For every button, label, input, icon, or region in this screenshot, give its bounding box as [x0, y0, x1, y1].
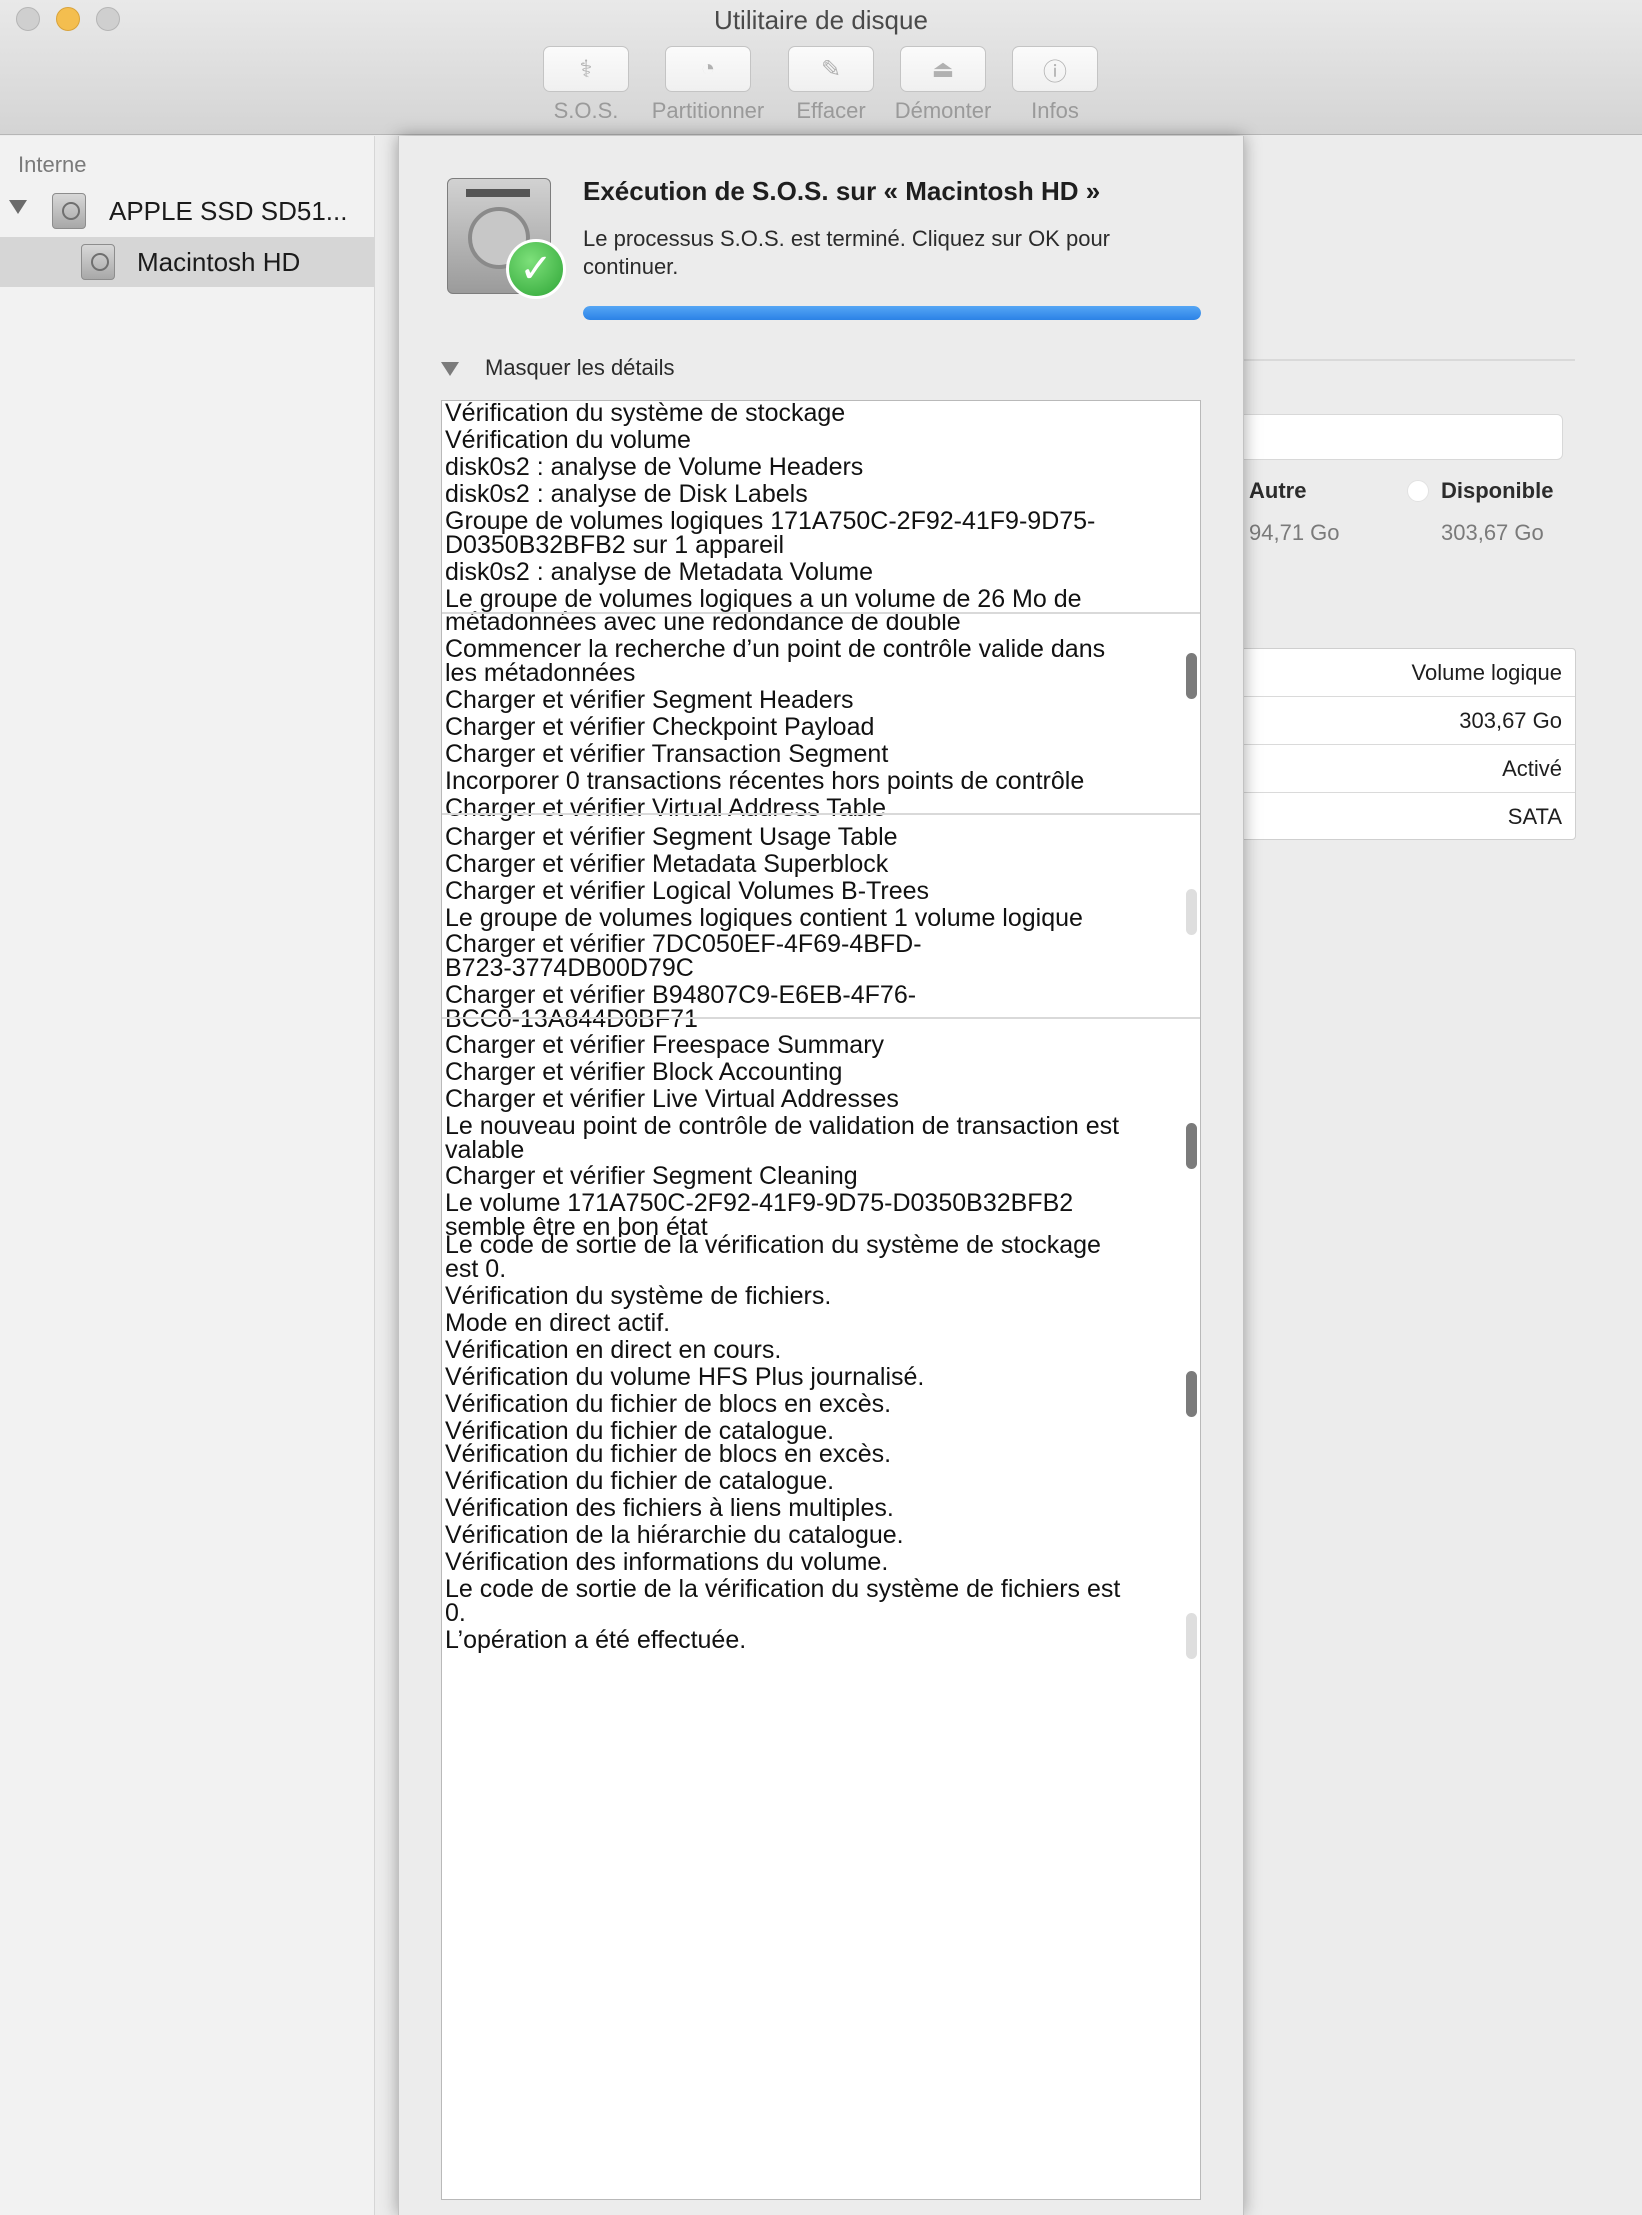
title-bar: Utilitaire de disque ⚕ S.O.S. ◔ Partitio…	[0, 0, 1642, 135]
log-line: Charger et vérifier 7DC050EF-4F69-4BFD- …	[445, 930, 922, 982]
sheet-title: Exécution de S.O.S. sur « Macintosh HD »	[583, 176, 1101, 206]
toolbar-first-aid[interactable]: ⚕ S.O.S.	[541, 46, 631, 124]
toolbar-label: Infos	[1031, 98, 1079, 123]
stethoscope-icon[interactable]: ⚕	[543, 46, 629, 92]
scrollbar-thumb[interactable]	[1186, 889, 1197, 935]
sidebar-section-internal: Interne	[18, 152, 87, 177]
sidebar-item-macintosh-hd[interactable]: Macintosh HD	[0, 237, 375, 287]
scrollbar-thumb[interactable]	[1186, 1123, 1197, 1169]
toolbar-label: Effacer	[796, 98, 866, 123]
log-line: Charger et vérifier Freespace Summary	[445, 1031, 885, 1059]
log-line: Vérification en direct en cours.	[445, 1336, 782, 1364]
toolbar-erase[interactable]: ✎ Effacer	[786, 46, 876, 124]
scrollbar-thumb[interactable]	[1186, 1613, 1197, 1659]
log-line: Incorporer 0 transactions récentes hors …	[445, 767, 1085, 795]
info-cell: Activé	[1236, 745, 1575, 793]
disclosure-triangle-icon[interactable]	[9, 200, 27, 214]
legend-value-available: 303,67 Go	[1441, 520, 1544, 545]
toolbar-label: S.O.S.	[553, 98, 619, 123]
progress-bar	[583, 306, 1201, 320]
disk-usage-bar	[1235, 414, 1563, 460]
log-line: Charger et vérifier Segment Usage Table	[445, 823, 898, 851]
log-line: Le code de sortie de la vérification du …	[445, 1575, 1121, 1627]
toolbar-unmount[interactable]: ⏏ Démonter	[887, 46, 999, 124]
checkmark-icon: ✓	[506, 239, 566, 299]
log-line: Charger et vérifier Metadata Superblock	[445, 850, 889, 878]
log-line: Charger et vérifier Live Virtual Address…	[445, 1085, 899, 1113]
free-space-swatch-icon	[1407, 480, 1429, 502]
log-line: Le volume 171A750C-2F92-41F9-9D75-D0350B…	[445, 1189, 1074, 1217]
info-cell: 303,67 Go	[1236, 697, 1575, 745]
pie-chart-icon[interactable]: ◔	[665, 46, 751, 92]
log-line: Vérification du volume HFS Plus journali…	[445, 1363, 925, 1391]
log-line: disk0s2 : analyse de Volume Headers	[445, 453, 864, 481]
log-line: disk0s2 : analyse de Disk Labels	[445, 480, 808, 508]
legend-label-available: Disponible	[1441, 478, 1554, 503]
divider	[442, 1017, 1200, 1019]
eject-icon[interactable]: ⏏	[900, 46, 986, 92]
toolbar-label: Partitionner	[651, 98, 765, 123]
log-line: Charger et vérifier Transaction Segment	[445, 740, 889, 768]
log-line: Vérification de la hiérarchie du catalog…	[445, 1521, 904, 1549]
sidebar-item-label: Macintosh HD	[137, 247, 301, 277]
log-line: Mode en direct actif.	[445, 1309, 671, 1337]
log-line: Le nouveau point de contrôle de validati…	[445, 1112, 1120, 1164]
details-log[interactable]: Vérification du système de stockage Vérif…	[441, 400, 1201, 2200]
log-line: disk0s2 : analyse de Metadata Volume	[445, 558, 874, 586]
toolbar-label: Démonter	[894, 98, 992, 123]
log-line: Vérification des informations du volume.	[445, 1548, 889, 1576]
log-line: Vérification des fichiers à liens multip…	[445, 1494, 894, 1522]
log-line: Charger et vérifier Logical Volumes B-Tr…	[445, 877, 929, 905]
log-line: Charger et vérifier B94807C9-E6EB-4F76- …	[445, 981, 917, 1033]
log-line: Vérification du fichier de blocs en excè…	[445, 1440, 892, 1468]
log-line: Vérification du fichier de catalogue.	[445, 1467, 835, 1495]
log-line: Vérification du fichier de blocs en excè…	[445, 1390, 892, 1418]
info-cell: Volume logique	[1236, 649, 1575, 697]
log-line: Charger et vérifier Checkpoint Payload	[445, 713, 875, 741]
log-line: Charger et vérifier Virtual Address Tabl…	[445, 794, 886, 822]
details-toggle-label[interactable]: Masquer les détails	[485, 355, 675, 381]
log-line: Vérification du volume	[445, 426, 691, 454]
legend-value-other: 94,71 Go	[1249, 520, 1340, 545]
log-line: Charger et vérifier Segment Headers	[445, 686, 854, 714]
log-line: Vérification du système de fichiers.	[445, 1282, 832, 1310]
log-line: Groupe de volumes logiques 171A750C-2F92…	[445, 507, 1096, 559]
scrollbar-thumb[interactable]	[1186, 1371, 1197, 1417]
legend-label-other: Autre	[1249, 478, 1307, 503]
sidebar-item-label: APPLE SSD SD51...	[109, 196, 348, 226]
log-line: Charger et vérifier Segment Cleaning	[445, 1162, 858, 1190]
log-line: Charger et vérifier Block Accounting	[445, 1058, 843, 1086]
details-disclosure-triangle-icon[interactable]	[441, 360, 463, 378]
toolbar-info[interactable]: ⓘ Infos	[1010, 46, 1100, 124]
volume-disk-icon	[81, 244, 115, 280]
log-line: Le groupe de volumes logiques contient 1…	[445, 904, 1083, 932]
scrollbar-thumb[interactable]	[1186, 653, 1197, 699]
divider	[1240, 359, 1575, 361]
window-title: Utilitaire de disque	[714, 5, 928, 35]
eraser-icon[interactable]: ✎	[788, 46, 874, 92]
progress-fill	[583, 306, 1201, 320]
log-line: Le code de sortie de la vérification du …	[445, 1231, 1101, 1283]
sidebar-item-apple-ssd[interactable]: APPLE SSD SD51...	[0, 186, 375, 236]
log-line: Commencer la recherche d’un point de con…	[445, 635, 1106, 687]
toolbar-partition[interactable]: ◔ Partitionner	[643, 46, 773, 124]
log-line: Vérification du système de stockage	[445, 400, 846, 427]
divider	[442, 612, 1200, 614]
divider	[442, 813, 1200, 815]
internal-disk-icon	[52, 193, 86, 229]
log-line: L’opération a été effectuée.	[445, 1626, 747, 1654]
sidebar: Interne APPLE SSD SD51... Macintosh HD	[0, 136, 375, 2215]
volume-info-table: Volume logique 303,67 Go Activé SATA	[1235, 648, 1576, 840]
info-icon[interactable]: ⓘ	[1012, 46, 1098, 92]
first-aid-sheet: ✓ Exécution de S.O.S. sur « Macintosh HD…	[398, 136, 1244, 2215]
sheet-message: Le processus S.O.S. est terminé. Cliquez…	[583, 226, 1111, 279]
info-cell: SATA	[1507, 804, 1562, 829]
